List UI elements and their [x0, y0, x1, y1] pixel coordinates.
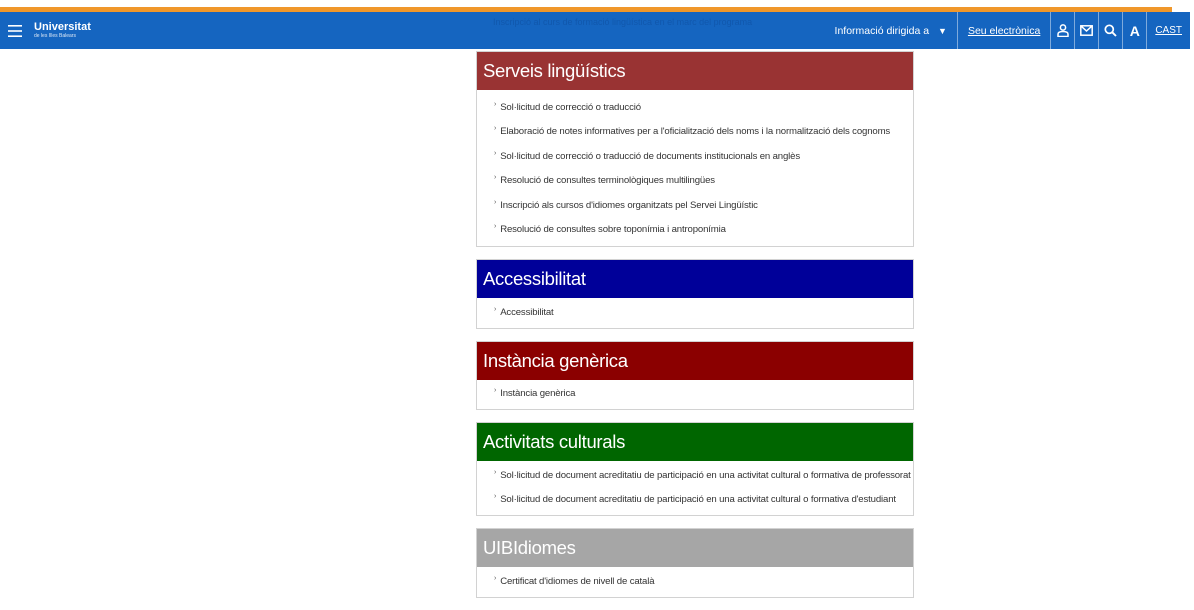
section-instancia-generica: Instància genèrica › Instància genèrica: [476, 340, 914, 410]
item-label: Resolució de consultes terminològiques m…: [500, 175, 715, 187]
section-title: Activitats culturals: [477, 423, 913, 461]
list-item[interactable]: › Accessibilitat: [494, 300, 913, 325]
section-title: Serveis lingüístics: [477, 52, 913, 90]
list-item[interactable]: › Sol·licitud de correcció o traducció de…: [494, 144, 913, 169]
menu-icon[interactable]: [0, 12, 30, 49]
services-list: Serveis lingüístics › Sol·licitud de corr…: [476, 51, 914, 610]
bullet-icon: ›: [494, 223, 497, 231]
section-title: Accessibilitat: [477, 260, 913, 298]
item-label: Sol·licitud de correcció o traducció: [500, 101, 641, 113]
user-icon[interactable]: [1050, 12, 1074, 49]
language-switch-link[interactable]: CAST: [1146, 12, 1190, 49]
mail-icon[interactable]: [1074, 12, 1098, 49]
section-items: › Sol·licitud de correcció o traducció › E…: [477, 90, 913, 246]
info-dropdown[interactable]: Informació dirigida a ▼: [825, 25, 957, 37]
partially-hidden-link[interactable]: Inscripció al curs de formació lingüísti…: [493, 17, 752, 27]
item-label: Resolució de consultes sobre toponímia i…: [500, 224, 726, 236]
search-icon[interactable]: [1098, 12, 1122, 49]
university-logo[interactable]: Universitat de les Illes Balears: [34, 22, 91, 39]
list-item[interactable]: › Inscripció als cursos d'idiomes organit…: [494, 193, 913, 218]
chevron-down-icon: ▼: [938, 25, 947, 36]
bullet-icon: ›: [494, 493, 497, 501]
logo-main-text: Universitat: [34, 21, 91, 33]
bullet-icon: ›: [494, 100, 497, 108]
item-label: Elaboració de notes informatives per a l…: [500, 126, 891, 138]
info-dropdown-label: Informació dirigida a: [834, 24, 930, 37]
list-item[interactable]: › Elaboració de notes informatives per a …: [494, 120, 913, 145]
section-uibidiomes: UIBIdiomes › Certificat d'idiomes de nive…: [476, 528, 914, 598]
section-items: › Instància genèrica: [477, 380, 913, 410]
bullet-icon: ›: [494, 468, 497, 476]
item-label: Instància genèrica: [500, 388, 576, 400]
list-item[interactable]: › Sol·licitud de correcció o traducció: [494, 95, 913, 120]
bullet-icon: ›: [494, 174, 497, 182]
logo-sub-text: de les Illes Balears: [34, 33, 76, 39]
item-label: Inscripció als cursos d'idiomes organitz…: [500, 199, 758, 211]
seu-electronica-link[interactable]: Seu electrònica: [958, 25, 1050, 37]
item-label: Sol·licitud de correcció o traducció de …: [500, 150, 800, 162]
section-title: UIBIdiomes: [477, 529, 913, 567]
header-nav: Informació dirigida a ▼ Seu electrònica …: [825, 12, 1190, 49]
section-items: › Accessibilitat: [477, 298, 913, 328]
list-item[interactable]: › Sol·licitud de document acreditatiu de …: [494, 488, 913, 513]
bullet-icon: ›: [494, 305, 497, 313]
section-items: › Certificat d'idiomes de nivell de catal…: [477, 567, 913, 597]
section-serveis-linguistics: Serveis lingüístics › Sol·licitud de corr…: [476, 51, 914, 247]
list-item[interactable]: › Certificat d'idiomes de nivell de catal…: [494, 569, 913, 594]
list-item[interactable]: › Sol·licitud de document acreditatiu de …: [494, 463, 913, 488]
list-item[interactable]: › Resolució de consultes sobre toponímia …: [494, 218, 913, 243]
item-label: Certificat d'idiomes de nivell de català: [500, 575, 655, 587]
bullet-icon: ›: [494, 387, 497, 395]
font-size-icon[interactable]: A: [1122, 12, 1146, 49]
item-label: Sol·licitud de document acreditatiu de p…: [500, 494, 896, 506]
section-title: Instància genèrica: [477, 341, 913, 380]
item-label: Sol·licitud de document acreditatiu de p…: [500, 469, 911, 481]
section-accessibilitat: Accessibilitat › Accessibilitat: [476, 259, 914, 329]
list-item[interactable]: › Resolució de consultes terminològiques …: [494, 169, 913, 194]
bullet-icon: ›: [494, 574, 497, 582]
bullet-icon: ›: [494, 125, 497, 133]
section-items: › Sol·licitud de document acreditatiu de …: [477, 461, 913, 515]
section-activitats-culturals: Activitats culturals › Sol·licitud de doc…: [476, 422, 914, 516]
item-label: Accessibilitat: [500, 306, 554, 318]
bullet-icon: ›: [494, 198, 497, 206]
list-item[interactable]: › Instància genèrica: [494, 382, 913, 407]
bullet-icon: ›: [494, 149, 497, 157]
